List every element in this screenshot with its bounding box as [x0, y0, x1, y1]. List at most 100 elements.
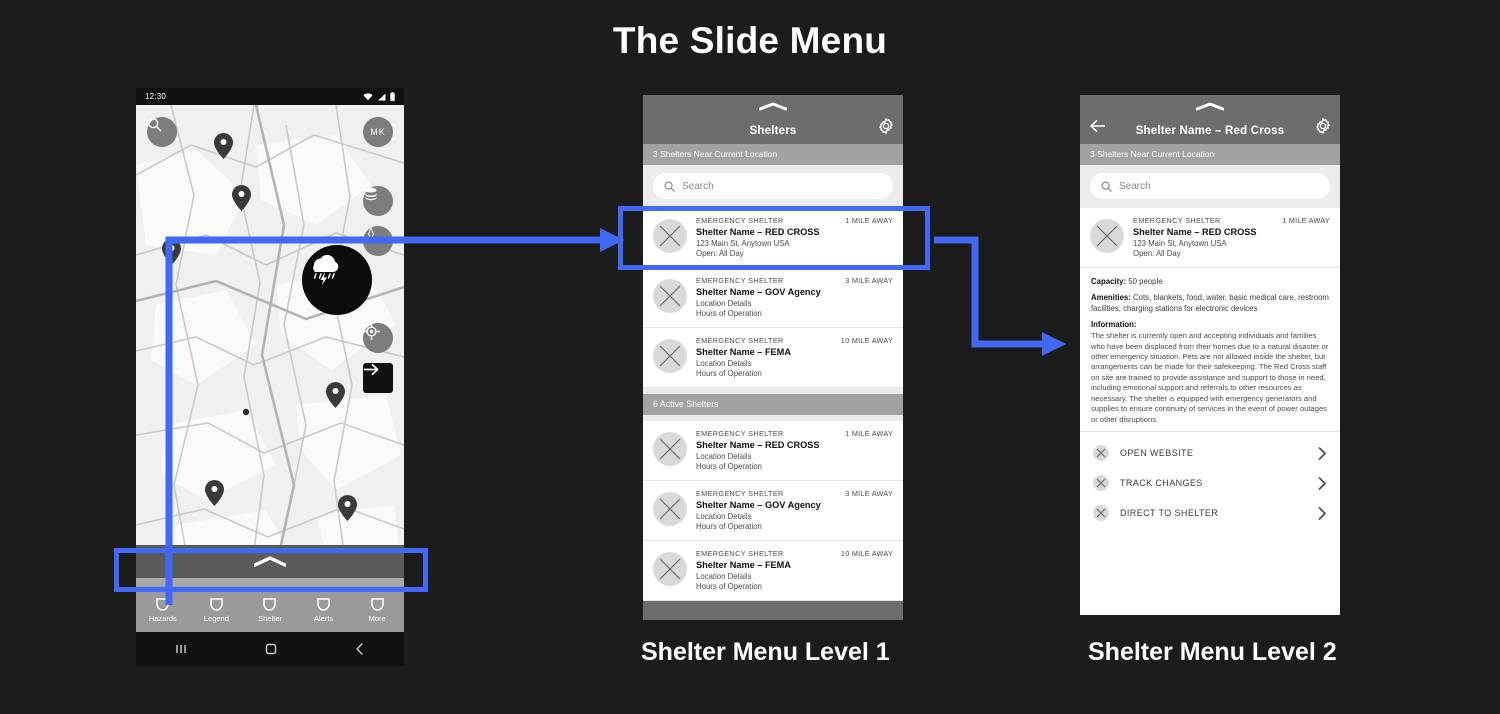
placeholder-x-icon	[1093, 445, 1109, 462]
search-icon[interactable]	[147, 117, 177, 147]
layers-glyph	[365, 187, 377, 201]
map-pin-icon[interactable]	[232, 185, 251, 211]
row-distance: 1 MILE AWAY	[1282, 216, 1330, 225]
row-kicker: EMERGENCY SHELTER	[696, 429, 784, 438]
level1-footer	[643, 601, 903, 620]
row-distance: 3 MILE AWAY	[845, 489, 893, 498]
tab-more[interactable]: More	[351, 598, 403, 623]
row-line2: Hours of Operation	[696, 582, 762, 591]
placeholder-x-icon	[1093, 505, 1109, 522]
shelter-menu-level-2: Shelter Name – Red Cross 3 Shelters Near…	[1080, 95, 1340, 615]
signal-icon	[378, 93, 386, 100]
back-button[interactable]	[1089, 119, 1106, 138]
more-icon	[370, 598, 384, 611]
compass-glyph	[368, 227, 374, 241]
row-line1: Location Details	[696, 511, 752, 521]
tab-legend[interactable]: Legend	[190, 598, 242, 623]
chevron-up-icon[interactable]	[759, 102, 787, 111]
gear-glyph	[1316, 118, 1330, 134]
row-line2: Hours of Operation	[696, 309, 762, 318]
shelter-summary[interactable]: EMERGENCY SHELTER 1 MILE AWAY Shelter Na…	[1080, 208, 1340, 268]
map-pin-icon[interactable]	[326, 382, 345, 408]
locate-icon[interactable]	[363, 323, 393, 353]
table-row[interactable]: EMERGENCY SHELTER 1 MILE AWAY Shelter Na…	[643, 421, 903, 481]
thunderstorm-icon[interactable]	[302, 245, 372, 315]
map-view[interactable]: MK	[136, 105, 404, 595]
action-direct-to-shelter[interactable]: DIRECT TO SHELTER	[1091, 498, 1329, 528]
search-input[interactable]: Search	[653, 173, 893, 199]
table-row[interactable]: EMERGENCY SHELTER 3 MILE AWAY Shelter Na…	[643, 268, 903, 328]
gear-icon[interactable]	[1315, 118, 1331, 139]
row-kicker: EMERGENCY SHELTER	[696, 276, 784, 285]
page-title: The Slide Menu	[612, 20, 888, 61]
row-kicker: EMERGENCY SHELTER	[696, 489, 784, 498]
row-name: Shelter Name – RED CROSS	[1133, 227, 1257, 237]
map-pin-icon[interactable]	[338, 495, 357, 521]
panel-title: Shelter Name – Red Cross	[1135, 125, 1285, 137]
tab-label: More	[368, 614, 386, 623]
action-label: DIRECT TO SHELTER	[1120, 508, 1219, 519]
row-line1: 123 Main St, Anytown USA	[1133, 238, 1227, 248]
table-row[interactable]: EMERGENCY SHELTER 10 MILE AWAY Shelter N…	[643, 541, 903, 601]
caption-level-1: Shelter Menu Level 1	[641, 638, 890, 666]
back-icon[interactable]	[354, 642, 366, 656]
recents-icon[interactable]	[174, 642, 188, 656]
action-open-website[interactable]: OPEN WEBSITE	[1091, 438, 1329, 468]
locate-glyph	[363, 323, 380, 340]
layers-icon[interactable]	[363, 186, 393, 216]
tab-label: Alerts	[313, 614, 334, 623]
highlight-slide-handle	[114, 548, 428, 592]
action-label: OPEN WEBSITE	[1120, 448, 1194, 459]
capacity-value: 50 people	[1126, 277, 1163, 286]
avatar[interactable]: MK	[363, 117, 393, 147]
level2-subbar: 3 Shelters Near Current Location	[1080, 144, 1340, 165]
chevron-up-icon[interactable]	[1196, 102, 1224, 111]
arrow-left-icon	[1090, 119, 1105, 132]
row-distance: 10 MILE AWAY	[840, 336, 893, 345]
row-line2: Hours of Operation	[696, 522, 762, 531]
row-name: Shelter Name – FEMA	[696, 560, 791, 570]
placeholder-x-icon	[653, 279, 687, 313]
amenities-label: Amenities:	[1091, 293, 1131, 303]
status-bar-time: 12:30	[145, 92, 167, 101]
wifi-icon	[363, 92, 373, 100]
tab-label: Hazards	[148, 614, 177, 623]
slide-menu-diagram: The Slide Menu 12:30 MK Hazards Legend S…	[0, 0, 1500, 714]
tab-alerts[interactable]: Alerts	[298, 598, 350, 623]
chevron-right-icon	[1318, 476, 1326, 490]
bottom-tab-bar: Hazards Legend Shelter Alerts More	[136, 586, 404, 632]
tab-shelter[interactable]: Shelter	[244, 598, 296, 623]
table-row[interactable]: EMERGENCY SHELTER 3 MILE AWAY Shelter Na…	[643, 481, 903, 541]
row-line1: Location Details	[696, 451, 752, 461]
level1-search-wrap: Search	[643, 165, 903, 208]
search-input[interactable]: Search	[1090, 173, 1330, 199]
row-line2: Hours of Operation	[696, 369, 762, 378]
placeholder-x-icon	[653, 492, 687, 526]
level1-subbar: 3 Shelters Near Current Location	[643, 144, 903, 165]
placeholder-x-icon	[653, 552, 687, 586]
table-row[interactable]: EMERGENCY SHELTER 10 MILE AWAY Shelter N…	[643, 328, 903, 388]
home-icon[interactable]	[264, 642, 278, 656]
search-icon	[1101, 180, 1112, 192]
level1-header: Shelters	[643, 95, 903, 144]
map-pin-icon[interactable]	[214, 133, 233, 159]
tab-label: Legend	[203, 614, 229, 623]
map-pin-icon[interactable]	[162, 239, 181, 265]
action-list: OPEN WEBSITE TRACK CHANGES DIRECT TO SHE	[1080, 431, 1340, 532]
tab-hazards[interactable]: Hazards	[137, 598, 189, 623]
arrow-right-icon[interactable]	[363, 363, 393, 393]
level2-header: Shelter Name – Red Cross	[1080, 95, 1340, 144]
search-placeholder: Search	[1119, 180, 1151, 192]
row-distance: 1 MILE AWAY	[845, 429, 893, 438]
amenities-line: Amenities: Cots, blankets, food, water, …	[1091, 293, 1329, 314]
row-line2: Open: All Day	[1133, 249, 1181, 258]
action-label: TRACK CHANGES	[1120, 478, 1203, 489]
map-pin-icon[interactable]	[205, 480, 224, 506]
information-label: Information:	[1091, 320, 1137, 330]
compass-icon[interactable]	[363, 226, 393, 256]
gear-icon[interactable]	[878, 118, 894, 139]
row-line1: Location Details	[696, 358, 752, 368]
action-track-changes[interactable]: TRACK CHANGES	[1091, 468, 1329, 498]
placeholder-x-icon	[653, 432, 687, 466]
android-nav-bar	[136, 632, 404, 666]
